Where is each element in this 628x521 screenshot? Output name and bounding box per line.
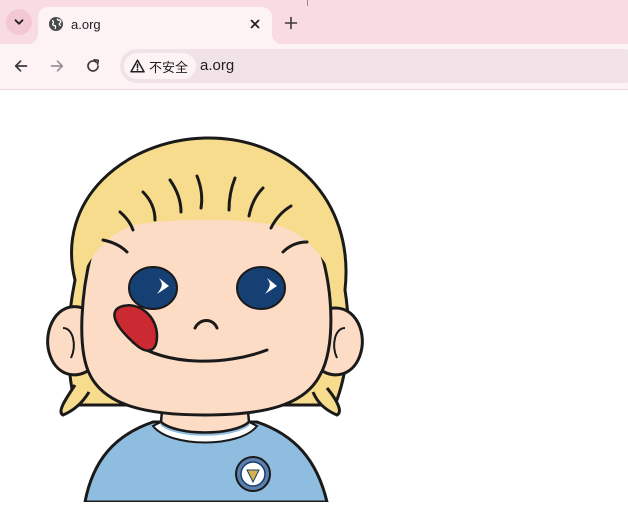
right-eye [236, 266, 286, 310]
reload-icon [87, 58, 100, 72]
back-button[interactable] [9, 54, 33, 78]
reload-button[interactable] [81, 54, 105, 78]
plus-icon [284, 16, 298, 30]
left-eye [128, 266, 178, 310]
tab-title: a.org [71, 17, 101, 32]
page-content [0, 90, 628, 521]
globe-icon [49, 17, 63, 31]
tab-close-button[interactable] [245, 14, 265, 34]
close-icon [250, 19, 260, 29]
address-bar[interactable]: 不安全 a.org [120, 49, 628, 83]
new-tab-button[interactable] [280, 12, 302, 34]
browser-window: a.org 不安全 a.org [0, 0, 628, 521]
security-label: 不安全 [149, 60, 189, 76]
security-chip[interactable]: 不安全 [124, 53, 197, 79]
chevron-down-icon [14, 19, 24, 25]
tab-strip: a.org [0, 0, 628, 44]
tab-active[interactable]: a.org [38, 7, 272, 44]
toolbar: 不安全 a.org [0, 44, 628, 90]
url-text[interactable]: a.org [200, 57, 234, 74]
forward-button[interactable] [45, 54, 69, 78]
warning-triangle-icon [130, 59, 145, 73]
tab-search-button[interactable] [6, 9, 32, 35]
club-badge [235, 456, 271, 492]
tab-divider [307, 0, 308, 6]
arrow-left-icon [14, 60, 28, 72]
arrow-right-icon [50, 60, 64, 72]
cartoon-child-image [46, 136, 364, 502]
